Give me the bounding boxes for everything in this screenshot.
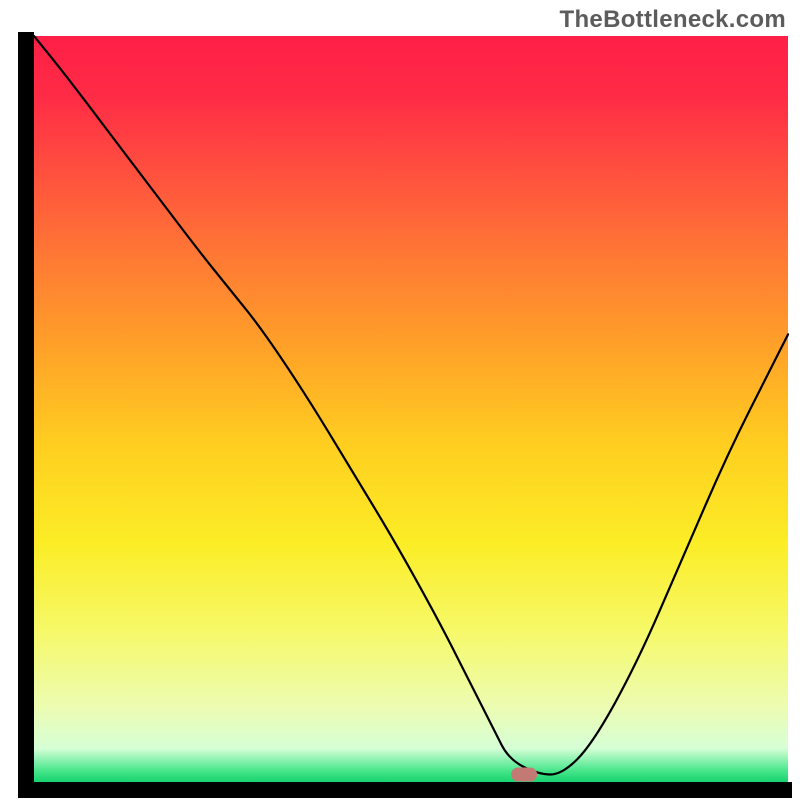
chart-background — [34, 36, 788, 782]
bottleneck-chart — [0, 0, 800, 800]
optimal-marker — [511, 768, 537, 782]
chart-stage: TheBottleneck.com — [0, 0, 800, 800]
